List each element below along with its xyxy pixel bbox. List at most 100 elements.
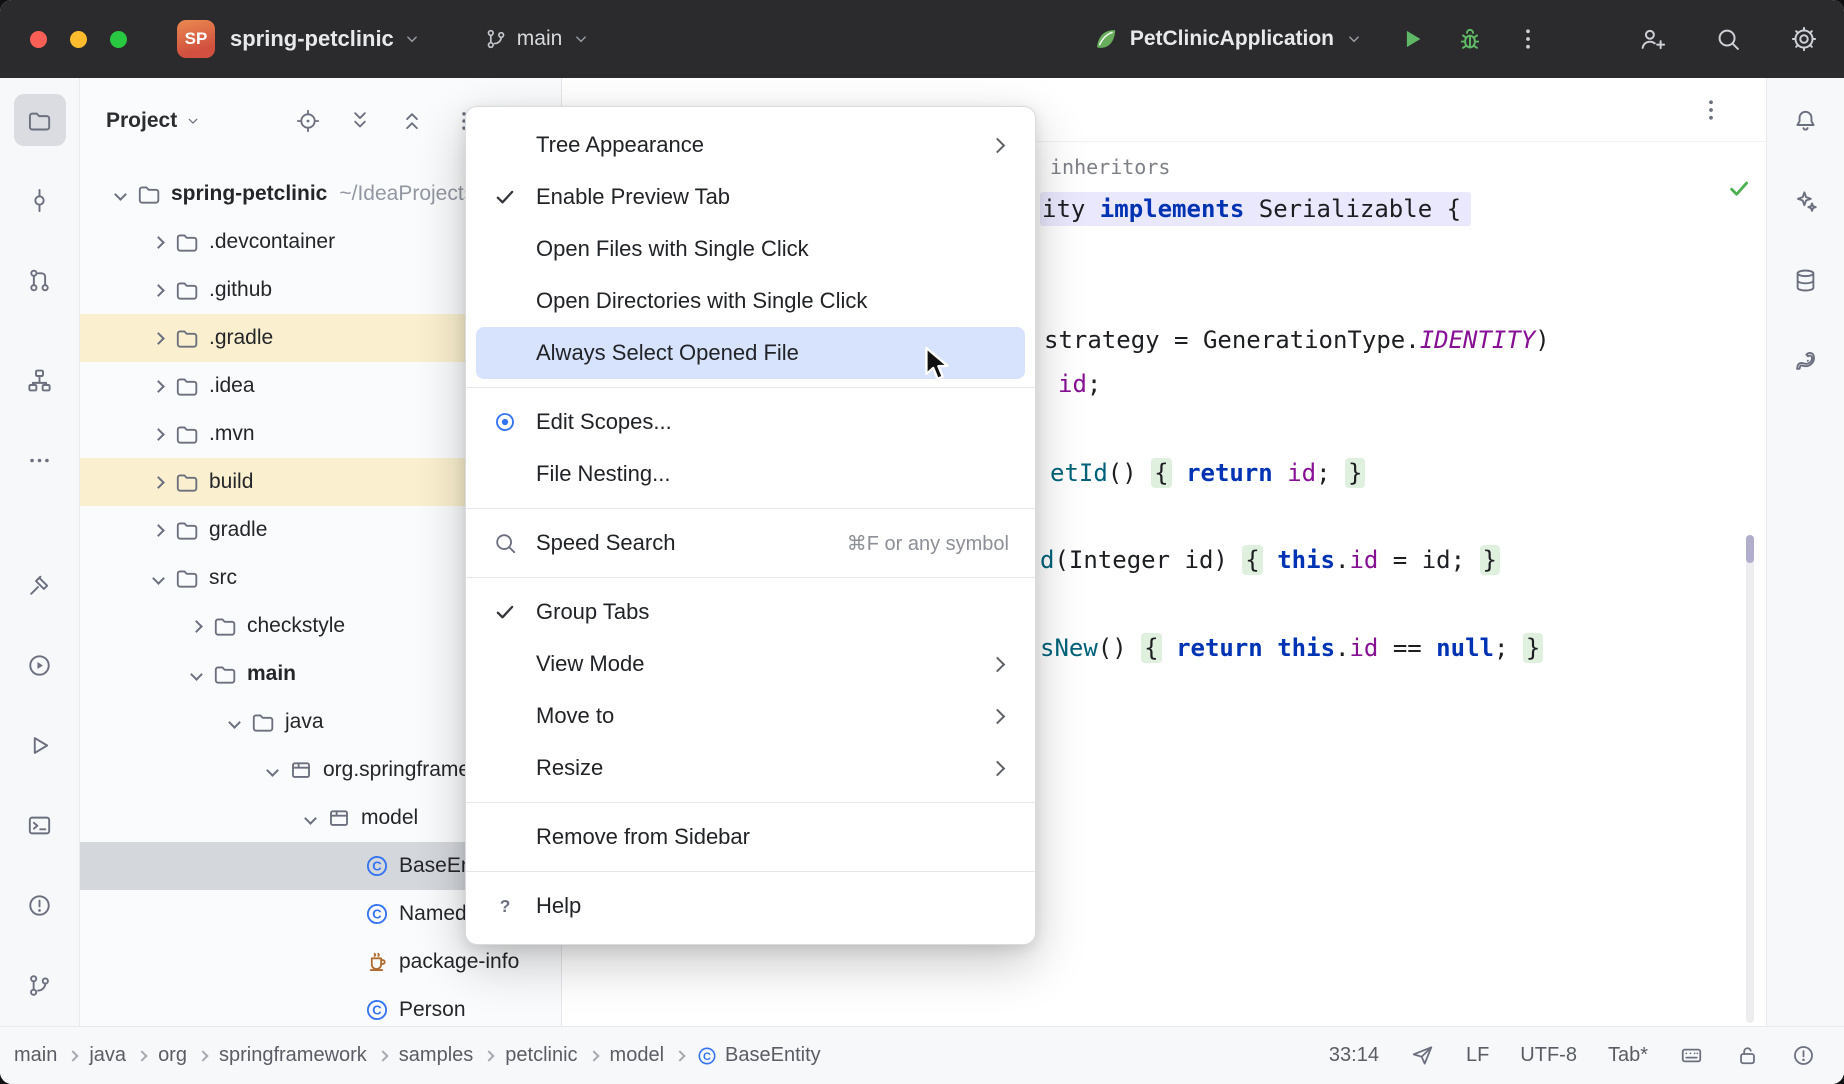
problems-icon[interactable]	[14, 879, 66, 931]
error-indicator-icon[interactable]	[1791, 1043, 1816, 1068]
run-icon[interactable]	[1398, 25, 1426, 53]
more-icon[interactable]	[1514, 25, 1542, 53]
menu-item-always-select-opened-file[interactable]: Always Select Opened File	[476, 327, 1025, 379]
tree-chevron-icon[interactable]	[184, 622, 208, 631]
ai-assistant-icon[interactable]	[1780, 174, 1832, 226]
menu-item-open-files-with-single-click[interactable]: Open Files with Single Click	[476, 223, 1025, 275]
gradle-icon[interactable]	[1780, 334, 1832, 386]
code-line[interactable]: ity implements Serializable {	[1040, 195, 1471, 223]
more-tools-icon[interactable]	[14, 434, 66, 486]
tree-item-person[interactable]: CPerson	[80, 986, 561, 1026]
run-tool-icon[interactable]	[14, 719, 66, 771]
folder-icon	[250, 709, 276, 735]
commit-icon[interactable]	[14, 174, 66, 226]
minimize-window-button[interactable]	[70, 31, 87, 48]
tool-window-title[interactable]: Project	[106, 109, 202, 133]
collapse-all-icon[interactable]	[399, 108, 425, 134]
zoom-window-button[interactable]	[110, 31, 127, 48]
menu-item-remove-from-sidebar[interactable]: Remove from Sidebar	[476, 811, 1025, 863]
editor-scrollbar[interactable]	[1746, 535, 1754, 1023]
chevron-right-icon	[588, 1050, 599, 1061]
caret-position-widget[interactable]: 33:14	[1329, 1044, 1379, 1067]
breadcrumb-item-main[interactable]: main	[14, 1044, 57, 1067]
tree-chevron-icon[interactable]	[222, 718, 246, 727]
breadcrumb-item-samples[interactable]: samples	[399, 1044, 473, 1067]
tree-chevron-icon[interactable]	[146, 430, 170, 439]
indent-style-widget[interactable]: Tab*	[1608, 1044, 1648, 1067]
unlocked-icon[interactable]	[1735, 1043, 1760, 1068]
project-icon[interactable]	[14, 94, 66, 146]
build-icon[interactable]	[14, 559, 66, 611]
menu-item-view-mode[interactable]: View Mode	[476, 638, 1025, 690]
menu-item-enable-preview-tab[interactable]: Enable Preview Tab	[476, 171, 1025, 223]
tree-chevron-icon[interactable]	[184, 670, 208, 679]
run-configuration-selector[interactable]: PetClinicApplication	[1092, 25, 1364, 53]
tree-chevron-icon[interactable]	[146, 238, 170, 247]
inspections-ok-icon[interactable]	[1726, 175, 1752, 201]
notifications-icon[interactable]	[1780, 94, 1832, 146]
tree-item-package-info[interactable]: package-info	[80, 938, 561, 986]
breadcrumb-item-model[interactable]: model	[610, 1044, 664, 1067]
breadcrumb-item-springframework[interactable]: springframework	[219, 1044, 367, 1067]
breadcrumb-item-java[interactable]: java	[89, 1044, 126, 1067]
tree-chevron-icon[interactable]	[146, 382, 170, 391]
breadcrumb-item-baseentity[interactable]: CBaseEntity	[696, 1044, 821, 1067]
window-controls	[30, 31, 127, 48]
menu-separator	[466, 577, 1035, 578]
editor-options-icon[interactable]	[1697, 96, 1725, 124]
submenu-arrow-icon	[992, 140, 1009, 151]
code-line[interactable]: d(Integer id) { this.id = id; }	[1040, 546, 1500, 574]
file-encoding-widget[interactable]: UTF-8	[1520, 1044, 1577, 1067]
terminal-icon[interactable]	[14, 799, 66, 851]
scrollbar-thumb[interactable]	[1746, 535, 1754, 563]
expand-all-icon[interactable]	[347, 108, 373, 134]
tree-chevron-icon[interactable]	[146, 286, 170, 295]
menu-item-label: Move to	[536, 703, 614, 729]
code-line[interactable]: etId() { return id; }	[1050, 459, 1365, 487]
tree-chevron-icon[interactable]	[146, 574, 170, 583]
tree-chevron-icon[interactable]	[146, 334, 170, 343]
branch-switcher[interactable]: main	[484, 27, 592, 51]
tree-chevron-icon[interactable]	[298, 814, 322, 823]
chevron-right-icon	[197, 1050, 208, 1061]
close-window-button[interactable]	[30, 31, 47, 48]
inheritors-hint[interactable]: inheritors	[1050, 155, 1170, 179]
add-user-icon[interactable]	[1638, 25, 1666, 53]
version-control-icon[interactable]	[14, 959, 66, 1011]
database-icon[interactable]	[1780, 254, 1832, 306]
pull-requests-icon[interactable]	[14, 254, 66, 306]
search-icon[interactable]	[1714, 25, 1742, 53]
tree-chevron-icon[interactable]	[260, 766, 284, 775]
tree-chevron-icon[interactable]	[146, 478, 170, 487]
tree-item-path: ~/IdeaProjects	[339, 182, 474, 206]
menu-item-open-directories-with-single-click[interactable]: Open Directories with Single Click	[476, 275, 1025, 327]
tree-item-label: main	[247, 662, 296, 686]
menu-item-resize[interactable]: Resize	[476, 742, 1025, 794]
debug-icon[interactable]	[1456, 25, 1484, 53]
code-line[interactable]: id;	[1058, 370, 1101, 398]
breadcrumb-item-petclinic[interactable]: petclinic	[505, 1044, 577, 1067]
code-line[interactable]: sNew() { return this.id == null; }	[1040, 634, 1543, 662]
menu-item-edit-scopes[interactable]: Edit Scopes...	[476, 396, 1025, 448]
menu-item-file-nesting[interactable]: File Nesting...	[476, 448, 1025, 500]
code-line[interactable]: strategy = GenerationType.IDENTITY)	[1044, 326, 1550, 354]
project-switcher[interactable]: spring-petclinic	[230, 26, 422, 52]
branch-name: main	[517, 27, 563, 51]
menu-item-speed-search[interactable]: Speed Search⌘F or any symbol	[476, 517, 1025, 569]
menu-item-move-to[interactable]: Move to	[476, 690, 1025, 742]
settings-icon[interactable]	[1790, 25, 1818, 53]
paper-plane-icon[interactable]	[1410, 1043, 1435, 1068]
menu-item-help[interactable]: ?Help	[476, 880, 1025, 932]
locate-file-icon[interactable]	[295, 108, 321, 134]
services-icon[interactable]	[14, 639, 66, 691]
tree-chevron-icon[interactable]	[108, 190, 132, 199]
structure-icon[interactable]	[14, 354, 66, 406]
tree-chevron-icon[interactable]	[146, 526, 170, 535]
menu-item-tree-appearance[interactable]: Tree Appearance	[476, 119, 1025, 171]
search-icon	[490, 528, 520, 558]
keyboard-icon[interactable]	[1679, 1043, 1704, 1068]
menu-item-group-tabs[interactable]: Group Tabs	[476, 586, 1025, 638]
breadcrumb-item-org[interactable]: org	[158, 1044, 187, 1067]
line-separator-widget[interactable]: LF	[1466, 1044, 1489, 1067]
status-bar: main java org springframework samples petclin…	[0, 1026, 1844, 1084]
